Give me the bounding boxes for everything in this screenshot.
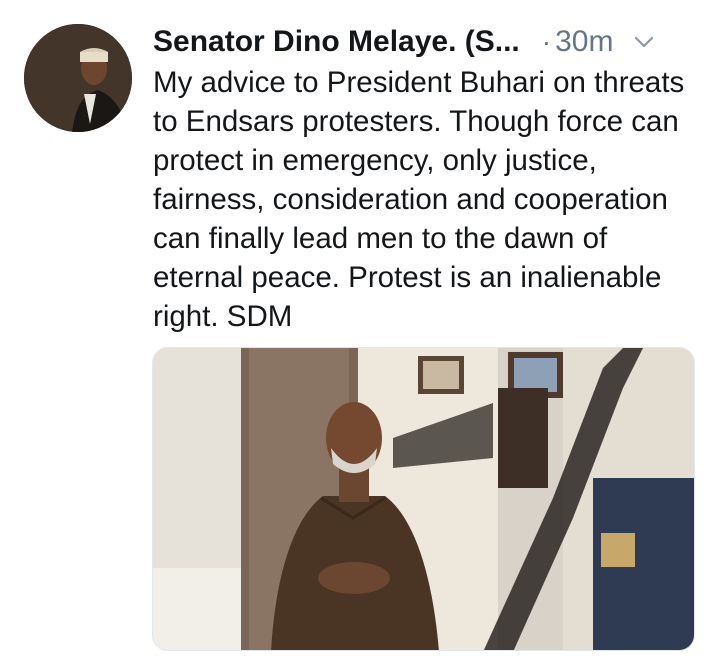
timestamp[interactable]: 30m [555, 25, 613, 59]
tweet-photo[interactable] [152, 347, 695, 651]
tweet-text: My advice to President Buhari on threats… [153, 66, 685, 333]
photo-image [153, 348, 694, 650]
author-name[interactable]: Senator Dino Melaye. (S... [153, 25, 520, 59]
tweet-header: Senator Dino Melaye. (S... · 30m [153, 22, 698, 62]
chevron-down-icon[interactable] [633, 31, 655, 53]
separator-dot: · [541, 26, 552, 57]
avatar-photo [24, 24, 132, 132]
author-avatar[interactable] [24, 24, 132, 132]
